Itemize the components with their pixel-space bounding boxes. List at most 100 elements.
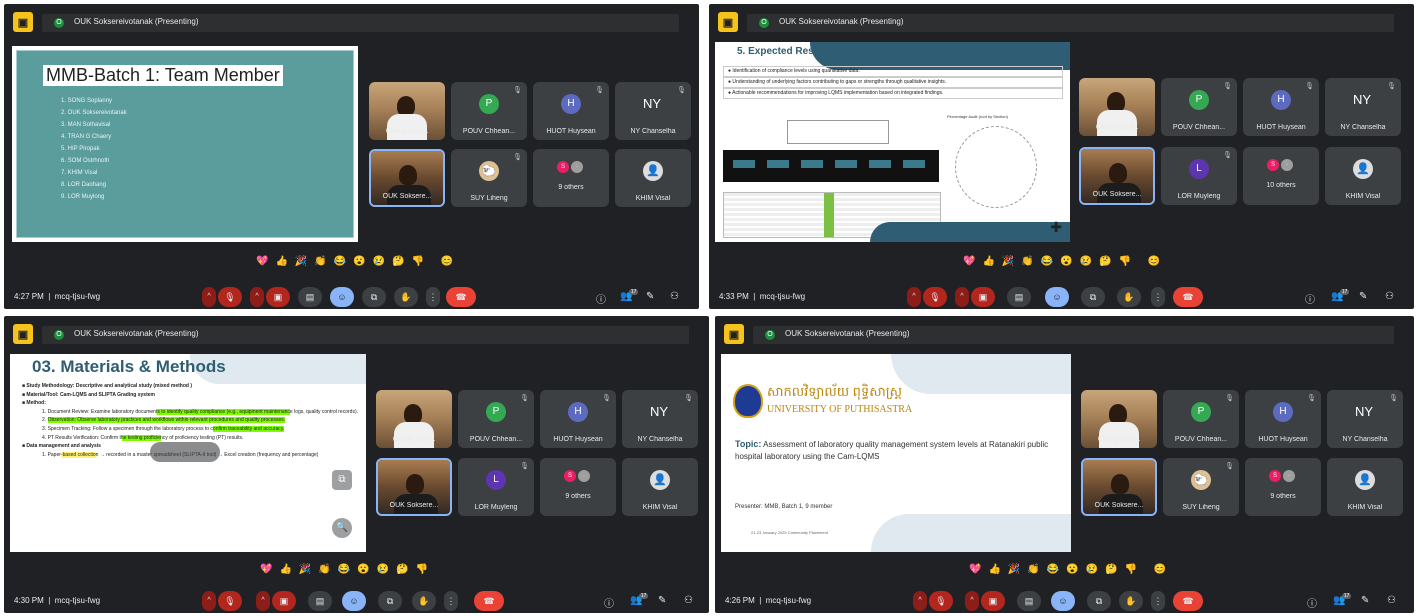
captions-button[interactable]: ▤ <box>308 591 332 611</box>
mic-options-button[interactable]: ^ <box>202 287 216 307</box>
participant-tile[interactable]: P 🎙 POUV Chhean... <box>458 390 534 448</box>
add-icon[interactable]: ✚ <box>1050 219 1062 236</box>
participant-tile[interactable]: Chang Soph.. <box>1081 390 1157 448</box>
reaction-bar[interactable]: 💖👍🎉👏😂😮😢🤔👎 😊 <box>969 564 1173 575</box>
mic-options-button[interactable]: ^ <box>913 591 927 611</box>
participant-tile[interactable]: NY 🎙 NY Chanselha <box>1325 78 1401 136</box>
participant-tile[interactable]: OUK Soksere... <box>376 458 452 516</box>
activities-icon[interactable]: ⚇ <box>1385 291 1394 302</box>
participant-tile[interactable]: H 🎙 HUOT Huysean <box>1243 78 1319 136</box>
others-tile[interactable]: S · 9 others <box>533 149 609 207</box>
participant-tile[interactable]: NY 🎙 NY Chanselha <box>615 82 691 140</box>
captions-button[interactable]: ▤ <box>298 287 322 307</box>
emoji-button[interactable]: ☺ <box>1045 287 1069 307</box>
mic-options-button[interactable]: ^ <box>202 591 216 611</box>
reaction-bar[interactable]: 💖👍🎉👏😂😮😢🤔👎 😊 <box>963 256 1167 267</box>
participant-tile[interactable]: Chang Soph.. <box>1079 78 1155 136</box>
people-icon[interactable]: 👥 17 <box>630 593 649 606</box>
participant-tile[interactable]: OUK Soksere... <box>369 149 445 207</box>
emoji-button[interactable]: ☺ <box>330 287 354 307</box>
present-button[interactable]: ⧉ <box>362 287 386 307</box>
camera-options-button[interactable]: ^ <box>965 591 979 611</box>
people-icon[interactable]: 👥 17 <box>1333 593 1352 606</box>
present-button[interactable]: ⧉ <box>378 591 402 611</box>
chat-icon[interactable]: ✎ <box>1361 595 1369 606</box>
leave-call-button[interactable]: ☎ <box>1173 287 1203 307</box>
raise-hand-button[interactable]: ✋ <box>1119 591 1143 611</box>
participant-tile[interactable]: P 🎙 POUV Chhean... <box>451 82 527 140</box>
reaction-bar[interactable]: 💖👍🎉👏😂😮😢🤔👎 <box>260 564 435 575</box>
mic-options-button[interactable]: ^ <box>907 287 921 307</box>
camera-toggle-button[interactable]: ▣ <box>266 287 290 307</box>
participant-tile[interactable]: 👤 KHIM Visal <box>1327 458 1403 516</box>
info-icon[interactable]: ⓘ <box>1307 595 1317 610</box>
participant-tile[interactable]: H 🎙 HUOT Huysean <box>1245 390 1321 448</box>
camera-options-button[interactable]: ^ <box>250 287 264 307</box>
reaction-emoji[interactable]: 😊 <box>441 256 460 267</box>
participant-tile[interactable]: L 🎙 LOR Muyleng <box>1161 147 1237 205</box>
participant-tile[interactable]: 👤 KHIM Visal <box>615 149 691 207</box>
participant-tile[interactable]: 👤 KHIM Visal <box>1325 147 1401 205</box>
camera-toggle-button[interactable]: ▣ <box>272 591 296 611</box>
chat-icon[interactable]: ✎ <box>646 291 654 302</box>
mic-toggle-button[interactable]: 🎙 <box>218 287 242 307</box>
slide-control-icon[interactable]: ⧉ <box>332 470 352 490</box>
more-options-button[interactable]: ⋮ <box>426 287 440 307</box>
leave-call-button[interactable]: ☎ <box>474 591 504 611</box>
raise-hand-button[interactable]: ✋ <box>412 591 436 611</box>
activities-icon[interactable]: ⚇ <box>1387 595 1396 606</box>
participant-tile[interactable]: 👤 KHIM Visal <box>622 458 698 516</box>
participant-tile[interactable]: P 🎙 POUV Chhean... <box>1163 390 1239 448</box>
captions-button[interactable]: ▤ <box>1017 591 1041 611</box>
more-options-button[interactable]: ⋮ <box>1151 287 1165 307</box>
chat-icon[interactable]: ✎ <box>1359 291 1367 302</box>
mic-toggle-button[interactable]: 🎙 <box>218 591 242 611</box>
leave-call-button[interactable]: ☎ <box>446 287 476 307</box>
camera-toggle-button[interactable]: ▣ <box>971 287 995 307</box>
leave-call-button[interactable]: ☎ <box>1173 591 1203 611</box>
info-icon[interactable]: ⓘ <box>1305 291 1315 306</box>
activities-icon[interactable]: ⚇ <box>684 595 693 606</box>
participant-tile[interactable]: Chang Soph.. <box>376 390 452 448</box>
chat-icon[interactable]: ✎ <box>658 595 666 606</box>
participant-tile[interactable]: P 🎙 POUV Chhean... <box>1161 78 1237 136</box>
info-icon[interactable]: ⓘ <box>596 291 606 306</box>
emoji-button[interactable]: ☺ <box>342 591 366 611</box>
reaction-emoji[interactable]: 😊 <box>1154 564 1173 575</box>
zoom-icon[interactable]: 🔍 <box>332 518 352 538</box>
participant-tile[interactable]: OUK Soksere... <box>1081 458 1157 516</box>
more-options-button[interactable]: ⋮ <box>444 591 458 611</box>
people-icon[interactable]: 👥 17 <box>620 289 639 302</box>
others-tile[interactable]: S · 10 others <box>1243 147 1319 205</box>
participant-tile[interactable]: OUK Soksere... <box>1079 147 1155 205</box>
raise-hand-button[interactable]: ✋ <box>394 287 418 307</box>
reaction-bar[interactable]: 💖👍🎉👏😂😮😢🤔👎 😊 <box>256 256 460 267</box>
participant-tile[interactable]: H 🎙 HUOT Huysean <box>540 390 616 448</box>
raise-hand-button[interactable]: ✋ <box>1117 287 1141 307</box>
captions-button[interactable]: ▤ <box>1007 287 1031 307</box>
participant-tile[interactable]: L 🎙 LOR Muyleng <box>458 458 534 516</box>
participant-tile[interactable]: H 🎙 HUOT Huysean <box>533 82 609 140</box>
people-icon[interactable]: 👥 17 <box>1331 289 1350 302</box>
participant-tile[interactable]: NY 🎙 NY Chanselha <box>1327 390 1403 448</box>
reaction-emojis[interactable]: 💖👍🎉👏😂😮😢🤔👎 <box>256 256 431 267</box>
reaction-emojis[interactable]: 💖👍🎉👏😂😮😢🤔👎 <box>963 256 1138 267</box>
participant-tile[interactable]: Chang Soph.. <box>369 82 445 140</box>
participant-tile[interactable]: 🐑 🎙 SUY Liheng <box>451 149 527 207</box>
activities-icon[interactable]: ⚇ <box>670 291 679 302</box>
camera-toggle-button[interactable]: ▣ <box>981 591 1005 611</box>
info-icon[interactable]: ⓘ <box>604 595 614 610</box>
more-options-button[interactable]: ⋮ <box>1151 591 1165 611</box>
participant-tile[interactable]: 🐑 🎙 SUY Liheng <box>1163 458 1239 516</box>
reaction-emojis[interactable]: 💖👍🎉👏😂😮😢🤔👎 <box>260 564 435 575</box>
others-tile[interactable]: S · 9 others <box>540 458 616 516</box>
reaction-emoji[interactable]: 😊 <box>1148 256 1167 267</box>
present-button[interactable]: ⧉ <box>1087 591 1111 611</box>
present-button[interactable]: ⧉ <box>1081 287 1105 307</box>
camera-options-button[interactable]: ^ <box>256 591 270 611</box>
participant-tile[interactable]: NY 🎙 NY Chanselha <box>622 390 698 448</box>
mic-toggle-button[interactable]: 🎙 <box>923 287 947 307</box>
emoji-button[interactable]: ☺ <box>1051 591 1075 611</box>
mic-toggle-button[interactable]: 🎙 <box>929 591 953 611</box>
camera-options-button[interactable]: ^ <box>955 287 969 307</box>
